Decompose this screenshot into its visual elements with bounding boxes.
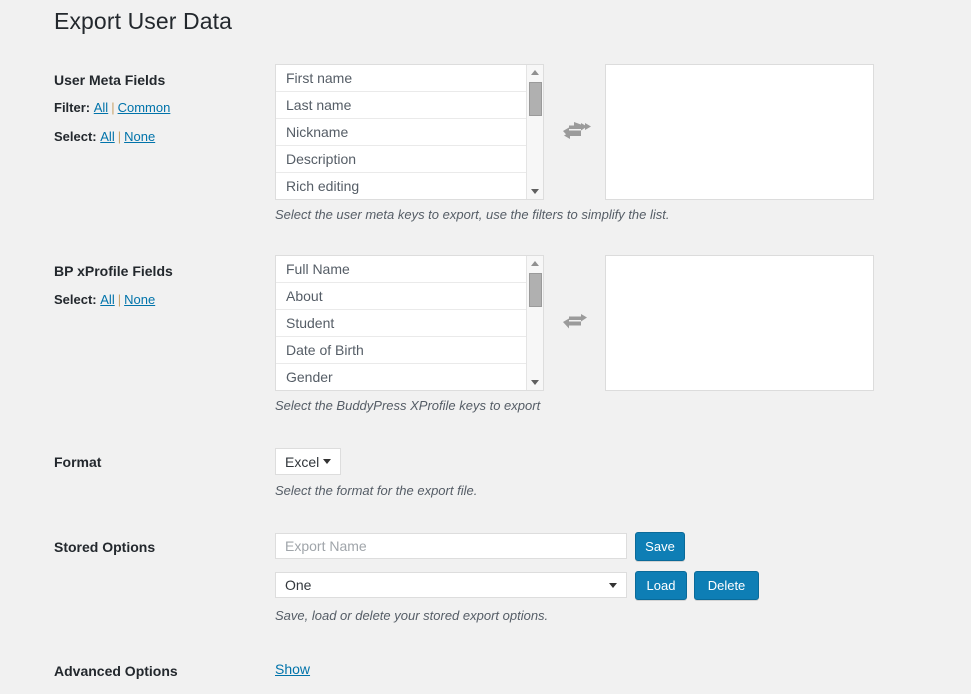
format-description: Select the format for the export file. bbox=[275, 482, 477, 500]
user-meta-scrollbar[interactable] bbox=[526, 65, 543, 199]
load-button[interactable]: Load bbox=[635, 571, 687, 600]
list-item[interactable]: Description bbox=[276, 146, 526, 173]
stored-options-description: Save, load or delete your stored export … bbox=[275, 607, 548, 625]
format-select-value: Excel bbox=[276, 454, 323, 470]
list-item[interactable]: First name bbox=[276, 65, 526, 92]
xprofile-fields-label: BP xProfile Fields bbox=[54, 262, 264, 280]
xprofile-select-controls: Select: All|None bbox=[54, 291, 155, 308]
xprofile-selected-listbox[interactable] bbox=[605, 255, 874, 391]
select-separator: | bbox=[115, 129, 124, 144]
chevron-down-icon bbox=[609, 583, 617, 588]
xprofile-select-label: Select: bbox=[54, 292, 97, 307]
user-meta-filter-common-link[interactable]: Common bbox=[118, 100, 171, 115]
stored-options-select-value: One bbox=[276, 577, 609, 593]
export-user-data-page: Export User Data User Meta Fields Filter… bbox=[0, 0, 971, 694]
select-separator: | bbox=[115, 292, 124, 307]
format-label: Format bbox=[54, 453, 264, 471]
scroll-up-icon[interactable] bbox=[527, 65, 543, 80]
scrollbar-thumb[interactable] bbox=[529, 273, 542, 307]
xprofile-description: Select the BuddyPress XProfile keys to e… bbox=[275, 397, 540, 415]
user-meta-filter-all-link[interactable]: All bbox=[94, 100, 108, 115]
filter-separator: | bbox=[108, 100, 117, 115]
user-meta-select-all-link[interactable]: All bbox=[100, 129, 114, 144]
exchange-arrows-icon[interactable] bbox=[558, 308, 592, 338]
stored-options-select[interactable]: One bbox=[275, 572, 627, 598]
user-meta-fields-label: User Meta Fields bbox=[54, 71, 264, 89]
user-meta-description: Select the user meta keys to export, use… bbox=[275, 206, 670, 224]
page-title: Export User Data bbox=[54, 7, 232, 36]
xprofile-select-all-link[interactable]: All bbox=[100, 292, 114, 307]
scroll-down-icon[interactable] bbox=[527, 375, 543, 390]
export-name-input[interactable] bbox=[275, 533, 627, 559]
scroll-down-icon[interactable] bbox=[527, 184, 543, 199]
user-meta-filter-label: Filter: bbox=[54, 100, 90, 115]
list-item[interactable]: Last name bbox=[276, 92, 526, 119]
advanced-options-show-link[interactable]: Show bbox=[275, 661, 310, 677]
list-item[interactable]: Date of Birth bbox=[276, 337, 526, 364]
exchange-arrows-icon[interactable] bbox=[558, 117, 592, 147]
xprofile-available-listbox[interactable]: Full NameAboutStudentDate of BirthGender bbox=[275, 255, 544, 391]
list-item[interactable]: Full Name bbox=[276, 256, 526, 283]
format-select[interactable]: Excel bbox=[275, 448, 341, 475]
xprofile-select-none-link[interactable]: None bbox=[124, 292, 155, 307]
user-meta-select-none-link[interactable]: None bbox=[124, 129, 155, 144]
list-item[interactable]: Nickname bbox=[276, 119, 526, 146]
list-item[interactable]: Rich editing bbox=[276, 173, 526, 200]
stored-options-label: Stored Options bbox=[54, 538, 264, 556]
xprofile-scrollbar[interactable] bbox=[526, 256, 543, 390]
user-meta-select-label: Select: bbox=[54, 129, 97, 144]
user-meta-option-list[interactable]: First nameLast nameNicknameDescriptionRi… bbox=[276, 65, 526, 199]
chevron-down-icon bbox=[323, 459, 331, 464]
list-item[interactable]: Student bbox=[276, 310, 526, 337]
list-item[interactable]: About bbox=[276, 283, 526, 310]
scrollbar-thumb[interactable] bbox=[529, 82, 542, 116]
user-meta-filter-controls: Filter: All|Common bbox=[54, 99, 170, 116]
advanced-options-label: Advanced Options bbox=[54, 662, 264, 680]
save-button[interactable]: Save bbox=[635, 532, 685, 561]
user-meta-selected-listbox[interactable] bbox=[605, 64, 874, 200]
scroll-up-icon[interactable] bbox=[527, 256, 543, 271]
list-item[interactable]: Gender bbox=[276, 364, 526, 391]
delete-button[interactable]: Delete bbox=[694, 571, 759, 600]
xprofile-option-list[interactable]: Full NameAboutStudentDate of BirthGender bbox=[276, 256, 526, 390]
user-meta-select-controls: Select: All|None bbox=[54, 128, 155, 145]
user-meta-available-listbox[interactable]: First nameLast nameNicknameDescriptionRi… bbox=[275, 64, 544, 200]
